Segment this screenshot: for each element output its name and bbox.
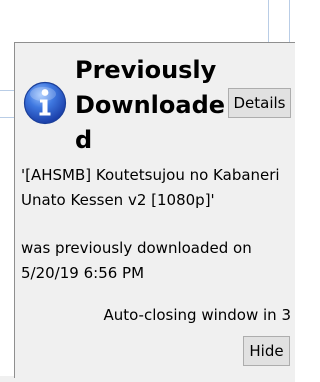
- details-button[interactable]: Details: [228, 88, 291, 118]
- info-icon: [23, 81, 67, 125]
- background-window-border: [289, 0, 290, 42]
- autoclose-countdown: Auto-closing window in 3: [103, 306, 291, 324]
- dialog-title: Previously Downloaded: [75, 56, 226, 154]
- background-window-border: [268, 0, 269, 42]
- previously-downloaded-dialog: Previously Downloaded Details '[AHSMB] K…: [14, 42, 295, 378]
- dialog-message: '[AHSMB] Koutetsujou no Kabaneri Unato K…: [21, 163, 291, 299]
- background-window-border: [0, 90, 15, 91]
- download-name-text: '[AHSMB] Koutetsujou no Kabaneri Unato K…: [21, 166, 280, 209]
- download-date-text: was previously downloaded on 5/20/19 6:5…: [21, 239, 252, 282]
- background-window-border: [0, 117, 15, 118]
- hide-button[interactable]: Hide: [243, 336, 290, 366]
